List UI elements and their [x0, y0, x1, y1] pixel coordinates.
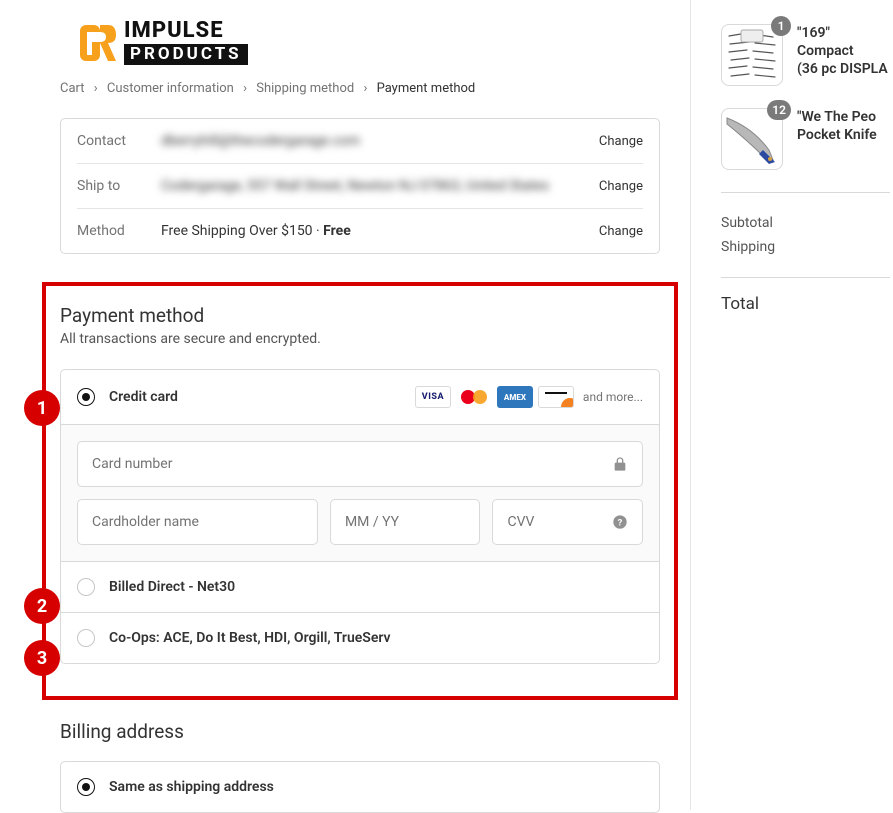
chevron-right-icon: › [363, 81, 367, 96]
radio-coops[interactable] [77, 629, 95, 647]
cart-item-1-qty: 12 [767, 100, 791, 120]
chevron-right-icon: › [94, 81, 98, 96]
billing-same-label: Same as shipping address [109, 779, 643, 795]
subtotal-label: Subtotal [721, 215, 773, 231]
totals-block: Subtotal Shipping [721, 192, 890, 278]
logo[interactable]: IMPULSE PRODUCTS [78, 20, 660, 65]
cart-item-0-thumb: 1 [721, 24, 783, 86]
change-contact-link[interactable]: Change [599, 134, 643, 149]
knives-grid-icon [725, 28, 779, 82]
pay-option-coops[interactable]: Co-Ops: ACE, Do It Best, HDI, Orgill, Tr… [61, 612, 659, 663]
cvv-placeholder: CVV [507, 514, 612, 530]
annotation-badge-1: 1 [24, 390, 60, 426]
cart-item-0: 1 "169" Compact (36 pc DISPLA [721, 24, 890, 86]
change-method-link[interactable]: Change [599, 224, 643, 239]
amex-icon: AMEX [497, 386, 533, 408]
billing-title: Billing address [60, 720, 660, 743]
payment-title: Payment method [60, 304, 660, 327]
annotation-badge-3: 3 [24, 640, 60, 676]
visa-icon: VISA [415, 386, 451, 408]
shipto-label: Ship to [77, 178, 161, 194]
shipping-row: Shipping [721, 235, 890, 259]
payment-subtitle: All transactions are secure and encrypte… [60, 331, 660, 347]
subtotal-row: Subtotal [721, 211, 890, 235]
cart-item-1: 12 "We The Peo Pocket Knife [721, 108, 890, 170]
pay-option-billed-direct[interactable]: Billed Direct - Net30 [61, 561, 659, 612]
coops-label: Co-Ops: ACE, Do It Best, HDI, Orgill, Tr… [109, 630, 643, 646]
card-fields-panel: Card number Cardholder name MM / YY CVV … [61, 424, 659, 561]
cardholder-placeholder: Cardholder name [92, 514, 303, 530]
svg-text:?: ? [618, 517, 623, 528]
pay-option-credit-card[interactable]: Credit card VISA AMEX and more... [61, 370, 659, 424]
chevron-right-icon: › [243, 81, 247, 96]
discover-icon [538, 386, 574, 408]
breadcrumb-cart[interactable]: Cart [60, 81, 85, 96]
annotation-badge-2: 2 [24, 588, 60, 624]
billed-direct-label: Billed Direct - Net30 [109, 579, 643, 595]
and-more-text: and more... [583, 390, 643, 404]
mastercard-icon [456, 386, 492, 408]
logo-mark-icon [78, 23, 118, 63]
radio-credit-card[interactable] [77, 388, 95, 406]
logo-line2: PRODUCTS [124, 44, 248, 65]
logo-line1: IMPULSE [124, 20, 248, 42]
radio-billed-direct[interactable] [77, 578, 95, 596]
grand-total-row: Total [721, 278, 890, 330]
review-shipto-row: Ship to Codergarage, 557 Wall Street, Ne… [77, 164, 643, 209]
method-free: Free [323, 223, 351, 239]
payment-group: Credit card VISA AMEX and more... Card n… [60, 369, 660, 664]
card-number-placeholder: Card number [92, 456, 612, 472]
help-icon[interactable]: ? [612, 514, 628, 530]
payment-highlight-box: Payment method All transactions are secu… [42, 282, 678, 700]
total-label: Total [721, 294, 759, 314]
cardholder-input[interactable]: Cardholder name [77, 499, 318, 545]
logo-text: IMPULSE PRODUCTS [124, 20, 248, 65]
review-box: Contact dberryhill@thecodergarage.com Ch… [60, 118, 660, 254]
billing-same-option[interactable]: Same as shipping address [61, 762, 659, 812]
review-contact-row: Contact dberryhill@thecodergarage.com Ch… [77, 119, 643, 164]
lock-icon [612, 456, 628, 472]
breadcrumb-customer[interactable]: Customer information [107, 81, 234, 96]
cart-item-0-name: "169" Compact (36 pc DISPLA [797, 24, 890, 86]
cvv-input[interactable]: CVV ? [492, 499, 643, 545]
cart-item-1-name: "We The Peo Pocket Knife [797, 108, 877, 170]
method-text: Free Shipping Over $150 · [161, 223, 323, 239]
review-method-row: Method Free Shipping Over $150 · Free Ch… [77, 209, 643, 253]
breadcrumb-shipping[interactable]: Shipping method [256, 81, 354, 96]
card-brand-icons: VISA AMEX and more... [415, 386, 643, 408]
contact-label: Contact [77, 133, 161, 149]
radio-billing-same[interactable] [77, 778, 95, 796]
credit-card-label: Credit card [109, 389, 415, 405]
cart-item-0-qty: 1 [771, 16, 791, 36]
breadcrumb: Cart › Customer information › Shipping m… [60, 81, 660, 96]
change-shipto-link[interactable]: Change [599, 179, 643, 194]
expiry-placeholder: MM / YY [345, 514, 466, 530]
card-number-input[interactable]: Card number [77, 441, 643, 487]
cart-item-1-thumb: 12 [721, 108, 783, 170]
contact-value: dberryhill@thecodergarage.com [161, 133, 599, 149]
shipping-label: Shipping [721, 239, 775, 255]
method-value: Free Shipping Over $150 · Free [161, 223, 599, 239]
breadcrumb-payment: Payment method [377, 81, 476, 96]
method-label: Method [77, 223, 161, 239]
shipto-value: Codergarage, 557 Wall Street, Newton NJ … [161, 178, 599, 194]
billing-group: Same as shipping address [60, 761, 660, 813]
expiry-input[interactable]: MM / YY [330, 499, 481, 545]
order-summary-sidebar: 1 "169" Compact (36 pc DISPLA 12 "We The… [690, 0, 890, 810]
